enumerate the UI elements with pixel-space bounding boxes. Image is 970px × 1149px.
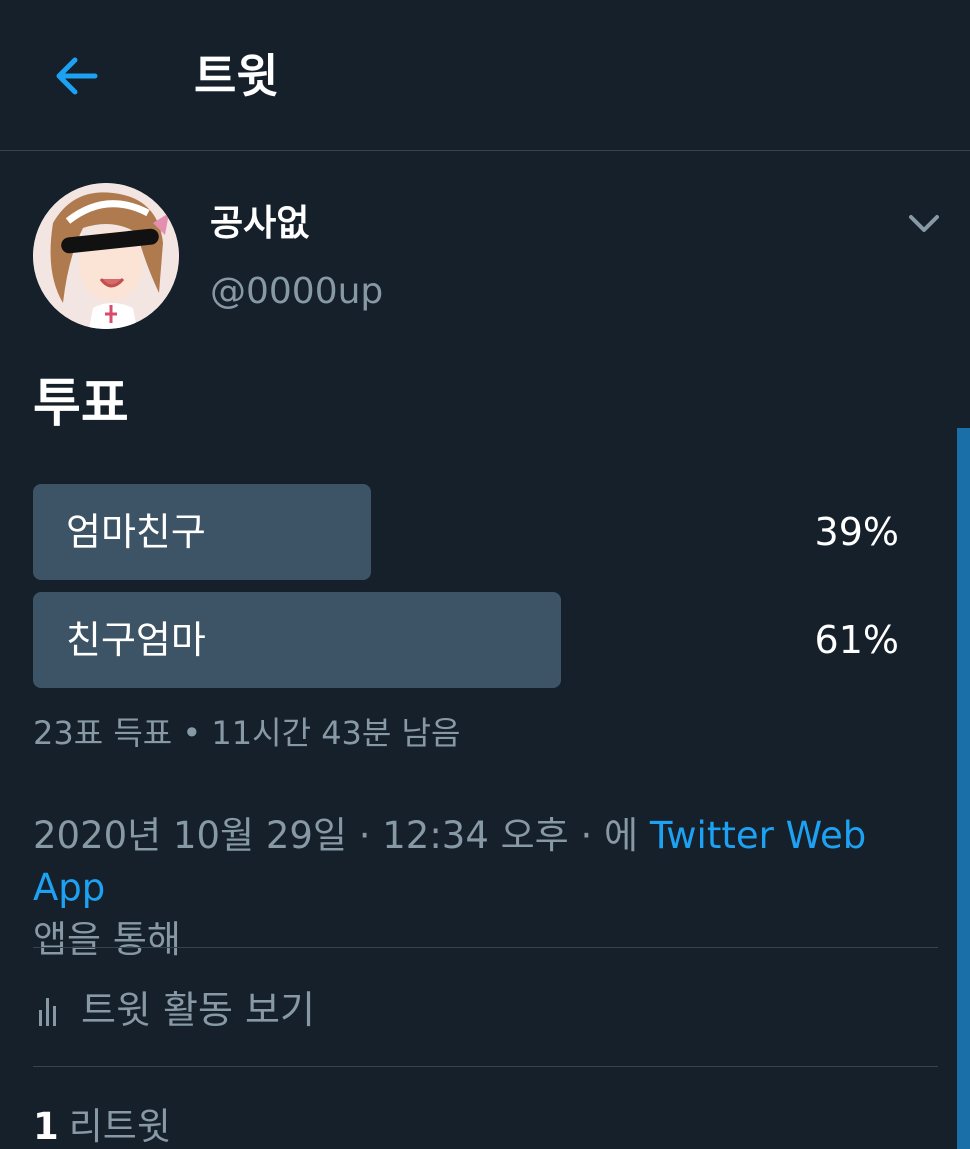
- tweet-timestamp: 2020년 10월 29일 · 12:34 오후 · 에 Twitter Web…: [33, 810, 933, 966]
- source-suffix: 앱을 통해: [33, 918, 181, 961]
- retweet-label: 리트윗: [68, 1105, 171, 1148]
- view-tweet-activity[interactable]: 트윗 활동 보기: [33, 980, 315, 1040]
- divider: [33, 947, 938, 948]
- chevron-down-icon: [909, 215, 939, 232]
- poll-option-label: 친구엄마: [66, 618, 206, 662]
- activity-label: 트윗 활동 보기: [81, 988, 315, 1032]
- poll-option-percent: 61%: [814, 618, 899, 662]
- back-button[interactable]: [48, 50, 104, 102]
- divider: [33, 1066, 938, 1067]
- tweet-detail-page: 트윗 공사없 @0000up 투표 엄마친구 39% 친구엄마 61% 23표 …: [0, 0, 970, 1149]
- scrollbar[interactable]: [957, 428, 970, 1149]
- top-app-bar: 트윗: [0, 0, 970, 151]
- poll-meta: 23표 득표 • 11시간 43분 남음: [33, 714, 461, 752]
- user-handle[interactable]: @0000up: [210, 268, 383, 316]
- display-name[interactable]: 공사없: [210, 200, 309, 248]
- arrow-left-icon: [56, 57, 98, 95]
- page-title: 트윗: [194, 49, 279, 103]
- avatar[interactable]: [33, 183, 179, 329]
- retweets-count[interactable]: 1 리트윗: [33, 1102, 171, 1149]
- more-options-button[interactable]: [900, 202, 948, 246]
- bar-chart-icon: [39, 998, 56, 1026]
- poll-option-1[interactable]: 엄마친구 39%: [33, 484, 899, 580]
- poll-option-percent: 39%: [814, 510, 899, 554]
- tweet-text: 투표: [33, 374, 129, 434]
- avatar-illustration-icon: [33, 183, 179, 329]
- poll-option-2[interactable]: 친구엄마 61%: [33, 592, 899, 688]
- retweet-count-value: 1: [33, 1105, 59, 1148]
- timestamp-text: 2020년 10월 29일 · 12:34 오후 · 에: [33, 814, 650, 857]
- poll-option-label: 엄마친구: [66, 510, 206, 554]
